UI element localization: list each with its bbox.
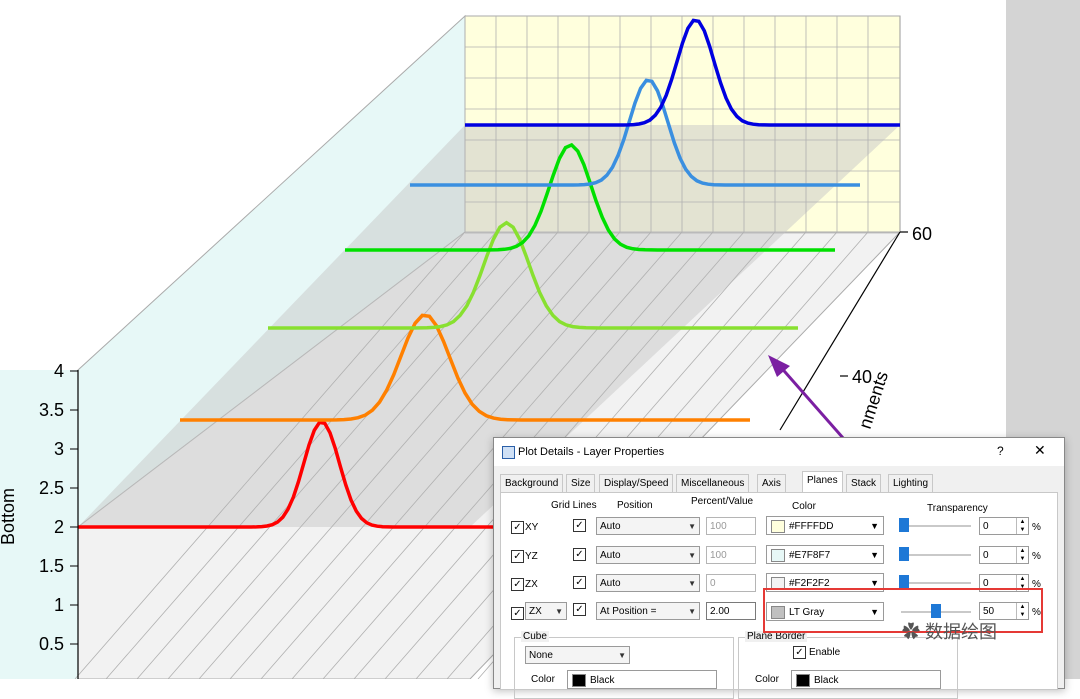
- extra-grid-checkbox[interactable]: ✓: [573, 603, 586, 616]
- yz-label: YZ: [525, 551, 538, 562]
- yz-transparency-input[interactable]: 0 ▲ ▼: [979, 546, 1029, 564]
- header-grid-lines: Grid Lines: [551, 500, 597, 511]
- yz-transparency-slider[interactable]: [901, 554, 971, 556]
- dialog-titlebar: Plot Details - Layer Properties ? ✕: [494, 438, 1064, 466]
- cube-color-select[interactable]: Black: [567, 670, 717, 689]
- zx-slider-thumb[interactable]: [899, 575, 909, 589]
- tab-lighting[interactable]: Lighting: [888, 474, 934, 492]
- zx-value-input[interactable]: 0: [706, 574, 756, 592]
- tab-stack[interactable]: Stack: [846, 474, 882, 492]
- xy-enable-checkbox[interactable]: ✓: [511, 521, 524, 534]
- zx-transparency-slider[interactable]: [901, 582, 971, 584]
- tab-background[interactable]: Background: [500, 474, 564, 492]
- y-tick-label: 0.5: [39, 634, 64, 654]
- zx-label: ZX: [525, 579, 538, 590]
- yz-color-swatch: [771, 549, 785, 562]
- yz-position-select[interactable]: Auto ▼: [596, 546, 700, 564]
- xy-grid-checkbox[interactable]: ✓: [573, 519, 586, 532]
- y-tick-label: 2: [54, 517, 64, 537]
- header-transparency: Transparency: [927, 503, 988, 514]
- dialog-title: Plot Details - Layer Properties: [518, 446, 665, 458]
- border-enable-checkbox[interactable]: ✓: [793, 646, 806, 659]
- plot-details-icon: [502, 446, 515, 459]
- plane-border-group: Plane Border ✓ Enable Color Black: [738, 631, 958, 699]
- header-color: Color: [792, 501, 816, 512]
- yz-enable-checkbox[interactable]: ✓: [511, 550, 524, 563]
- y-tick-label: 1: [54, 595, 64, 615]
- xy-value-input[interactable]: 100: [706, 517, 756, 535]
- xy-position-select[interactable]: Auto ▼: [596, 517, 700, 535]
- xy-color-select[interactable]: #FFFFDD ▼: [766, 516, 884, 535]
- zx-position-select[interactable]: Auto ▼: [596, 574, 700, 592]
- xy-slider-thumb[interactable]: [899, 518, 909, 532]
- tab-size[interactable]: Size: [566, 474, 596, 492]
- plot-details-dialog: Plot Details - Layer Properties ? ✕ Back…: [493, 437, 1065, 699]
- zx-grid-checkbox[interactable]: ✓: [573, 576, 586, 589]
- xy-transparency-input[interactable]: 0 ▲ ▼: [979, 517, 1029, 535]
- xy-transparency-slider[interactable]: [901, 525, 971, 527]
- y-tick-label: 3.5: [39, 400, 64, 420]
- tab-miscellaneous[interactable]: Miscellaneous: [676, 474, 750, 492]
- xy-label: XY: [525, 522, 539, 533]
- yz-grid-checkbox[interactable]: ✓: [573, 548, 586, 561]
- border-color-label: Color: [755, 674, 779, 685]
- cube-color-label: Color: [531, 674, 555, 685]
- extra-plane-checkbox[interactable]: ✓: [511, 607, 524, 620]
- header-position: Position: [617, 500, 653, 511]
- zx-enable-checkbox[interactable]: ✓: [511, 578, 524, 591]
- z-tick-60: 60: [912, 224, 932, 244]
- help-button[interactable]: ?: [997, 444, 1004, 458]
- cube-select[interactable]: None ▼: [525, 646, 630, 664]
- tab-axis[interactable]: Axis: [757, 474, 786, 492]
- extra-position-select[interactable]: At Position = ▼: [596, 602, 700, 620]
- header-percent-value: Percent/Value: [691, 496, 754, 507]
- close-button[interactable]: ✕: [1034, 442, 1046, 459]
- xy-color-swatch: [771, 520, 785, 533]
- y-tick-label: 1.5: [39, 556, 64, 576]
- cube-group: Cube None ▼ Color Black: [514, 631, 734, 699]
- tab-planes[interactable]: Planes: [802, 471, 843, 493]
- watermark: ✿ 数据绘图: [902, 622, 998, 642]
- y-tick-label: 3: [54, 439, 64, 459]
- cube-group-title: Cube: [521, 631, 549, 642]
- y-axis-title: Bottom: [0, 488, 18, 545]
- tab-display-speed[interactable]: Display/Speed: [599, 474, 674, 492]
- yz-color-select[interactable]: #E7F8F7 ▼: [766, 545, 884, 564]
- yz-value-input[interactable]: 100: [706, 546, 756, 564]
- yz-slider-thumb[interactable]: [899, 547, 909, 561]
- y-tick-label: 2.5: [39, 478, 64, 498]
- extra-plane-select[interactable]: ZX ▼: [525, 602, 567, 620]
- border-enable-label: Enable: [809, 647, 841, 658]
- border-color-select[interactable]: Black: [791, 670, 941, 689]
- extra-value-input[interactable]: 2.00: [706, 602, 756, 620]
- y-tick-label: 4: [54, 361, 64, 381]
